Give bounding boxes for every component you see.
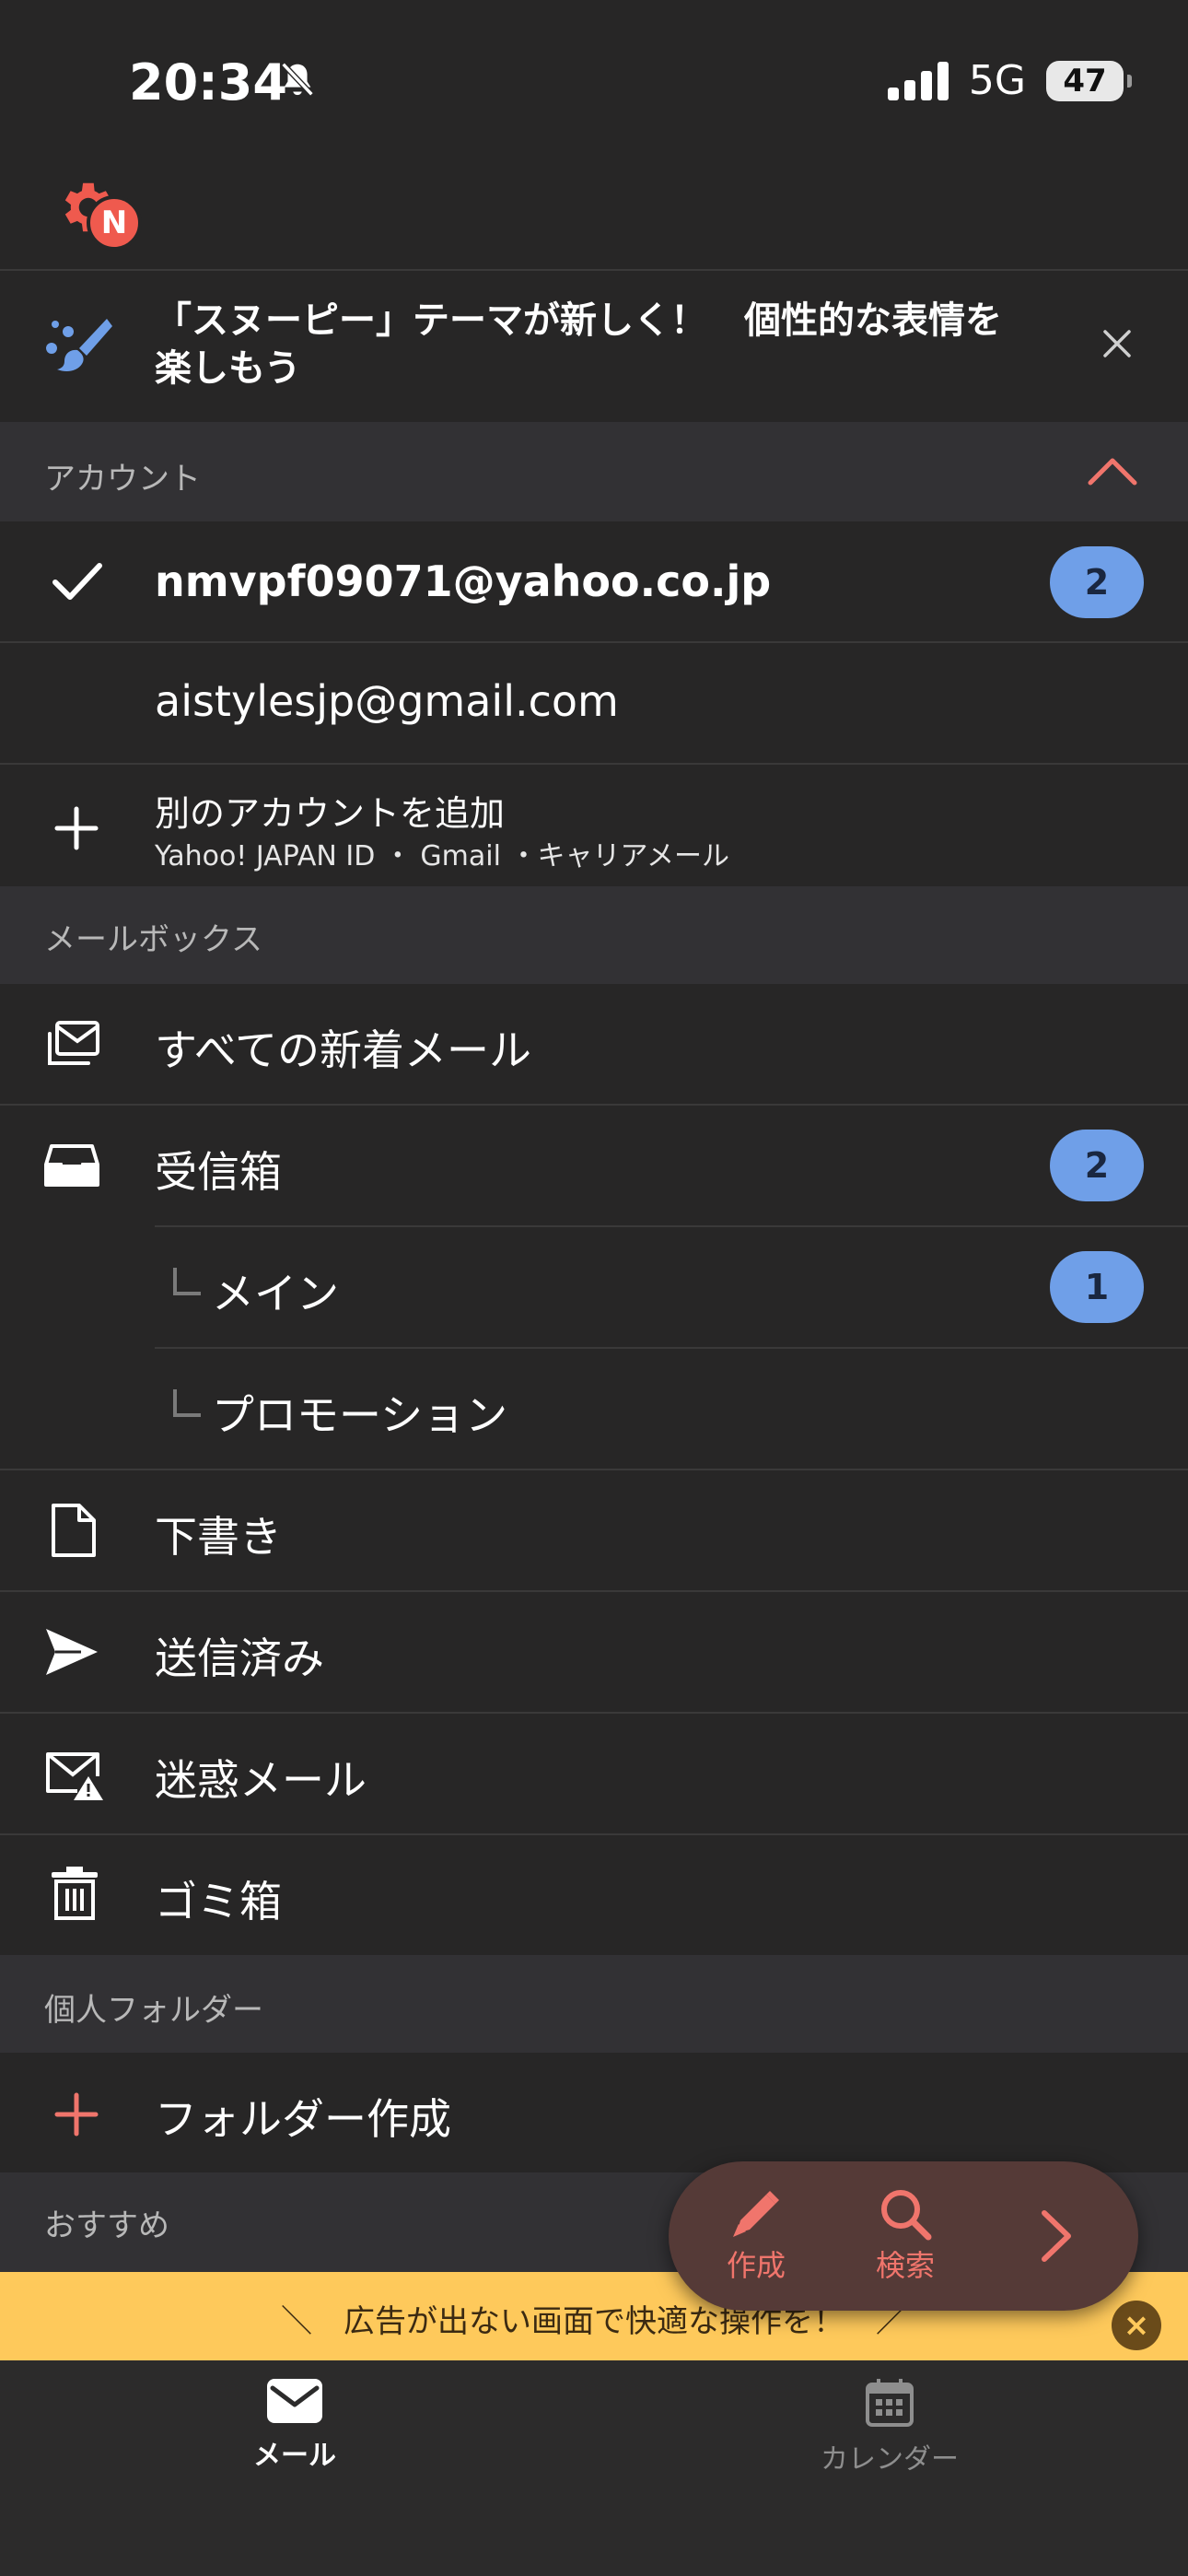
plus-icon xyxy=(53,805,99,851)
all-mail-icon xyxy=(44,1019,101,1069)
battery-icon: 47 xyxy=(1046,60,1132,101)
status-time: 20:34 xyxy=(129,53,287,111)
mailbox-label: 送信済み xyxy=(155,1633,324,1683)
mailbox-label: プロモーション xyxy=(212,1390,508,1440)
section-label: おすすめ xyxy=(44,2207,169,2244)
tab-calendar[interactable]: カレンダー xyxy=(798,2377,982,2476)
tab-mail[interactable]: メール xyxy=(203,2377,387,2473)
personal-folders-section-header: 個人フォルダー xyxy=(0,1955,1188,2053)
theme-brush-icon xyxy=(42,315,112,376)
account-email: nmvpf09071@yahoo.co.jp xyxy=(155,556,772,606)
search-icon xyxy=(855,2185,956,2242)
signal-icon xyxy=(887,61,949,100)
ad-close-button[interactable]: × xyxy=(1112,2301,1161,2350)
account-row-selected[interactable]: nmvpf09071@yahoo.co.jp 2 xyxy=(0,521,1188,641)
search-button[interactable]: 検索 xyxy=(855,2185,956,2285)
mailbox-sent[interactable]: 送信済み xyxy=(0,1592,1188,1712)
account-email: aistylesjp@gmail.com xyxy=(155,676,619,726)
compose-button[interactable]: 作成 xyxy=(705,2185,807,2285)
add-account-title: 別のアカウントを追加 xyxy=(155,793,506,834)
section-label: アカウント xyxy=(44,461,201,498)
mailbox-label: ゴミ箱 xyxy=(155,1877,282,1926)
mailbox-label: メイン xyxy=(212,1269,339,1318)
section-label: メールボックス xyxy=(44,921,262,958)
create-folder-label: フォルダー作成 xyxy=(155,2094,451,2144)
unread-badge: 2 xyxy=(1050,546,1144,618)
tab-bar: メール カレンダー xyxy=(0,2360,1188,2576)
chevron-up-icon[interactable] xyxy=(1087,455,1138,486)
mailbox-inbox-main[interactable]: メイン 1 xyxy=(0,1227,1188,1347)
unread-badge: 1 xyxy=(1050,1251,1144,1323)
mailbox-trash[interactable]: ゴミ箱 xyxy=(0,1835,1188,1955)
chevron-right-icon[interactable] xyxy=(1039,2207,1076,2265)
account-row[interactable]: aistylesjp@gmail.com xyxy=(0,643,1188,763)
plus-icon xyxy=(53,2091,99,2137)
mailbox-inbox-promotion[interactable]: プロモーション xyxy=(0,1349,1188,1469)
add-account-subtitle: Yahoo! JAPAN ID ・ Gmail ・キャリアメール xyxy=(155,840,729,872)
network-type: 5G xyxy=(968,57,1026,104)
divider xyxy=(0,269,1188,271)
section-label: 個人フォルダー xyxy=(44,1992,263,2029)
tab-calendar-label: カレンダー xyxy=(821,2443,959,2476)
status-right: 5G 47 xyxy=(887,57,1132,104)
calendar-icon xyxy=(798,2377,982,2429)
mailbox-label: 受信箱 xyxy=(155,1147,282,1197)
notification-badge: N xyxy=(87,195,142,251)
compose-label: 作成 xyxy=(726,2248,786,2283)
mailbox-drafts[interactable]: 下書き xyxy=(0,1470,1188,1590)
mailbox-all-new[interactable]: すべての新着メール xyxy=(0,984,1188,1104)
unread-badge: 2 xyxy=(1050,1130,1144,1201)
mail-icon xyxy=(203,2377,387,2425)
sub-folder-indicator xyxy=(173,1389,201,1417)
mailbox-label: 下書き xyxy=(155,1512,282,1562)
checkmark-icon xyxy=(52,562,103,601)
mailbox-section-header: メールボックス xyxy=(0,886,1188,984)
draft-document-icon xyxy=(50,1502,98,1559)
action-fab: 作成 検索 xyxy=(669,2161,1138,2311)
mailbox-inbox[interactable]: 受信箱 2 xyxy=(0,1106,1188,1225)
trash-icon xyxy=(50,1865,99,1922)
tab-mail-label: メール xyxy=(253,2440,336,2472)
spam-mail-icon xyxy=(44,1749,103,1800)
mailbox-label: 迷惑メール xyxy=(155,1755,367,1805)
search-label: 検索 xyxy=(875,2248,935,2283)
inbox-tray-icon xyxy=(44,1142,99,1188)
banner-close-icon[interactable] xyxy=(1101,328,1133,359)
send-plane-icon xyxy=(44,1627,99,1677)
bell-muted-icon xyxy=(276,59,319,101)
accounts-section-header[interactable]: アカウント xyxy=(0,422,1188,521)
mailbox-spam[interactable]: 迷惑メール xyxy=(0,1714,1188,1833)
theme-banner-text[interactable]: 「スヌーピー」テーマが新しく！ 個性的な表情を 楽しもう xyxy=(155,297,1002,392)
sub-folder-indicator xyxy=(173,1268,201,1295)
add-account-button[interactable]: 別のアカウントを追加 Yahoo! JAPAN ID ・ Gmail ・キャリア… xyxy=(0,765,1188,886)
create-folder-button[interactable]: フォルダー作成 xyxy=(0,2053,1188,2172)
pencil-icon xyxy=(705,2185,807,2242)
mailbox-label: すべての新着メール xyxy=(155,1025,531,1075)
